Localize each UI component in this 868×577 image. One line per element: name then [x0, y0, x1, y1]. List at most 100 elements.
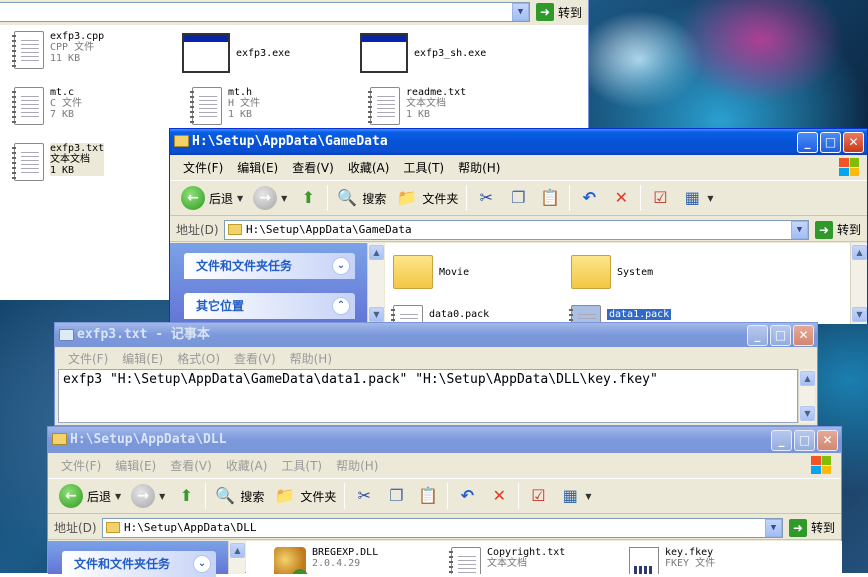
undo-button[interactable]: ↶ [451, 481, 483, 511]
maximize-button[interactable]: □ [820, 132, 841, 153]
menu-view[interactable]: 查看(V) [285, 159, 341, 176]
goto-arrow-icon: ➜ [535, 3, 554, 21]
folder-item[interactable]: System [571, 255, 653, 289]
left-scrollbar[interactable]: ▲ ▼ [367, 243, 384, 324]
menu-file[interactable]: 文件(F) [61, 350, 115, 367]
menu-help[interactable]: 帮助(H) [329, 457, 385, 474]
scroll-up-arrow[interactable]: ▲ [230, 543, 245, 558]
menu-help[interactable]: 帮助(H) [451, 159, 507, 176]
forward-button[interactable]: → ▼ [126, 481, 170, 511]
file-item[interactable]: Copyright.txt 文本文档 [449, 547, 565, 574]
menu-view[interactable]: 查看(V) [227, 350, 283, 367]
up-folder-button[interactable]: ⬆ [292, 183, 324, 213]
menu-file[interactable]: 文件(F) [176, 159, 230, 176]
dll-explorer-window[interactable]: H:\Setup\AppData\DLL _ □ ✕ 文件(F) 编辑(E) 查… [47, 426, 842, 577]
file-item[interactable]: key.fkey FKEY 文件 [629, 547, 715, 574]
task-panel-other-places[interactable]: 其它位置 ⌃ [184, 293, 355, 319]
menu-favorites[interactable]: 收藏(A) [341, 159, 397, 176]
menu-edit[interactable]: 编辑(E) [115, 350, 170, 367]
views-button[interactable]: ▦ ▼ [554, 481, 596, 511]
menu-favorites[interactable]: 收藏(A) [219, 457, 275, 474]
menu-format[interactable]: 格式(O) [170, 350, 227, 367]
file-item[interactable]: exfp3_sh.exe [360, 33, 486, 73]
address-field[interactable]: ▼ [0, 2, 530, 22]
address-dropdown[interactable]: ▼ [764, 518, 782, 537]
window-title-bar[interactable]: exfp3.txt - 记事本 _ □ ✕ [55, 323, 817, 347]
file-list-scrollbar[interactable]: ▲ ▼ [850, 243, 867, 324]
window-title-bar[interactable]: H:\Setup\AppData\DLL _ □ ✕ [48, 427, 841, 453]
file-item[interactable]: BREGEXP.DLL 2.0.4.29 [274, 547, 378, 574]
scroll-down-arrow[interactable]: ▼ [852, 307, 867, 322]
gamedata-explorer-window[interactable]: H:\Setup\AppData\GameData _ □ ✕ 文件(F) 编辑… [169, 128, 868, 343]
menu-tools[interactable]: 工具(T) [274, 457, 329, 474]
delete-button[interactable]: ✕ [483, 481, 515, 511]
task-panel-file-tasks[interactable]: 文件和文件夹任务 ⌄ [184, 253, 355, 279]
folders-button[interactable]: 📁 文件夹 [269, 481, 341, 511]
delete-button[interactable]: ✕ [605, 183, 637, 213]
back-button[interactable]: ← 后退 ▼ [176, 183, 248, 213]
menu-help[interactable]: 帮助(H) [283, 350, 339, 367]
close-button[interactable]: ✕ [817, 430, 838, 451]
minimize-button[interactable]: _ [771, 430, 792, 451]
folder-item[interactable]: Movie [393, 255, 469, 289]
search-icon: 🔍 [215, 486, 236, 505]
menu-view[interactable]: 查看(V) [163, 457, 219, 474]
cpp-file-icon [12, 31, 44, 69]
undo-button[interactable]: ↶ [573, 183, 605, 213]
scroll-down-arrow[interactable]: ▼ [800, 406, 815, 421]
notepad-scrollbar[interactable]: ▲ ▼ [798, 369, 815, 423]
window-title-bar[interactable]: H:\Setup\AppData\GameData _ □ ✕ [170, 129, 867, 155]
address-dropdown[interactable]: ▼ [511, 3, 529, 21]
folders-button[interactable]: 📁 文件夹 [391, 183, 463, 213]
notepad-text-area[interactable]: exfp3 "H:\Setup\AppData\GameData\data1.p… [58, 369, 798, 423]
minimize-button[interactable]: _ [797, 132, 818, 153]
toolbar-separator [640, 185, 642, 211]
cut-button[interactable]: ✂ [348, 481, 380, 511]
properties-button[interactable]: ☑ [644, 183, 676, 213]
file-item[interactable]: mt.h H 文件 1 KB [190, 87, 260, 125]
file-item-selected[interactable]: exfp3.txt 文本文档 1 KB [12, 143, 105, 181]
menu-edit[interactable]: 编辑(E) [230, 159, 285, 176]
copy-button[interactable]: ❐ [502, 183, 534, 213]
close-button[interactable]: ✕ [793, 325, 814, 346]
goto-button[interactable]: ➜ 转到 [530, 3, 588, 21]
back-button[interactable]: ← 后退 ▼ [54, 481, 126, 511]
scroll-up-arrow[interactable]: ▲ [800, 371, 815, 386]
minimize-button[interactable]: _ [747, 325, 768, 346]
menu-edit[interactable]: 编辑(E) [108, 457, 163, 474]
close-button[interactable]: ✕ [843, 132, 864, 153]
address-dropdown[interactable]: ▼ [790, 220, 808, 239]
left-scrollbar[interactable]: ▲ [228, 541, 245, 574]
search-button[interactable]: 🔍 搜索 [331, 183, 391, 213]
maximize-button[interactable]: □ [770, 325, 791, 346]
scroll-up-arrow[interactable]: ▲ [852, 245, 867, 260]
file-item[interactable]: mt.c C 文件 7 KB [12, 87, 82, 125]
chevron-down-icon[interactable]: ⌄ [332, 257, 350, 275]
views-button[interactable]: ▦ ▼ [676, 183, 718, 213]
task-panel-file-tasks[interactable]: 文件和文件夹任务 ⌄ [62, 551, 216, 577]
chevron-down-icon[interactable]: ⌄ [193, 555, 211, 573]
maximize-button[interactable]: □ [794, 430, 815, 451]
properties-button[interactable]: ☑ [522, 481, 554, 511]
menu-file[interactable]: 文件(F) [54, 457, 108, 474]
up-folder-button[interactable]: ⬆ [170, 481, 202, 511]
chevron-up-icon[interactable]: ⌃ [332, 297, 350, 315]
address-field[interactable]: H:\Setup\AppData\DLL ▼ [102, 517, 783, 538]
search-button[interactable]: 🔍 搜索 [209, 481, 269, 511]
scroll-up-arrow[interactable]: ▲ [369, 245, 384, 260]
paste-button[interactable]: 📋 [534, 183, 566, 213]
file-item[interactable]: readme.txt 文本文档 1 KB [368, 87, 466, 125]
file-item[interactable]: exfp3.exe [182, 33, 290, 73]
cut-button[interactable]: ✂ [470, 183, 502, 213]
scroll-down-arrow[interactable]: ▼ [369, 307, 384, 322]
search-icon: 🔍 [337, 188, 358, 207]
file-item[interactable]: exfp3.cpp CPP 文件 11 KB [12, 31, 104, 69]
goto-button[interactable]: ➜ 转到 [809, 220, 867, 239]
forward-button[interactable]: → ▼ [248, 183, 292, 213]
address-field[interactable]: H:\Setup\AppData\GameData ▼ [224, 219, 809, 240]
goto-button[interactable]: ➜ 转到 [783, 518, 841, 537]
notepad-window[interactable]: exfp3.txt - 记事本 _ □ ✕ 文件(F) 编辑(E) 格式(O) … [54, 322, 818, 426]
menu-tools[interactable]: 工具(T) [396, 159, 451, 176]
paste-button[interactable]: 📋 [412, 481, 444, 511]
copy-button[interactable]: ❐ [380, 481, 412, 511]
